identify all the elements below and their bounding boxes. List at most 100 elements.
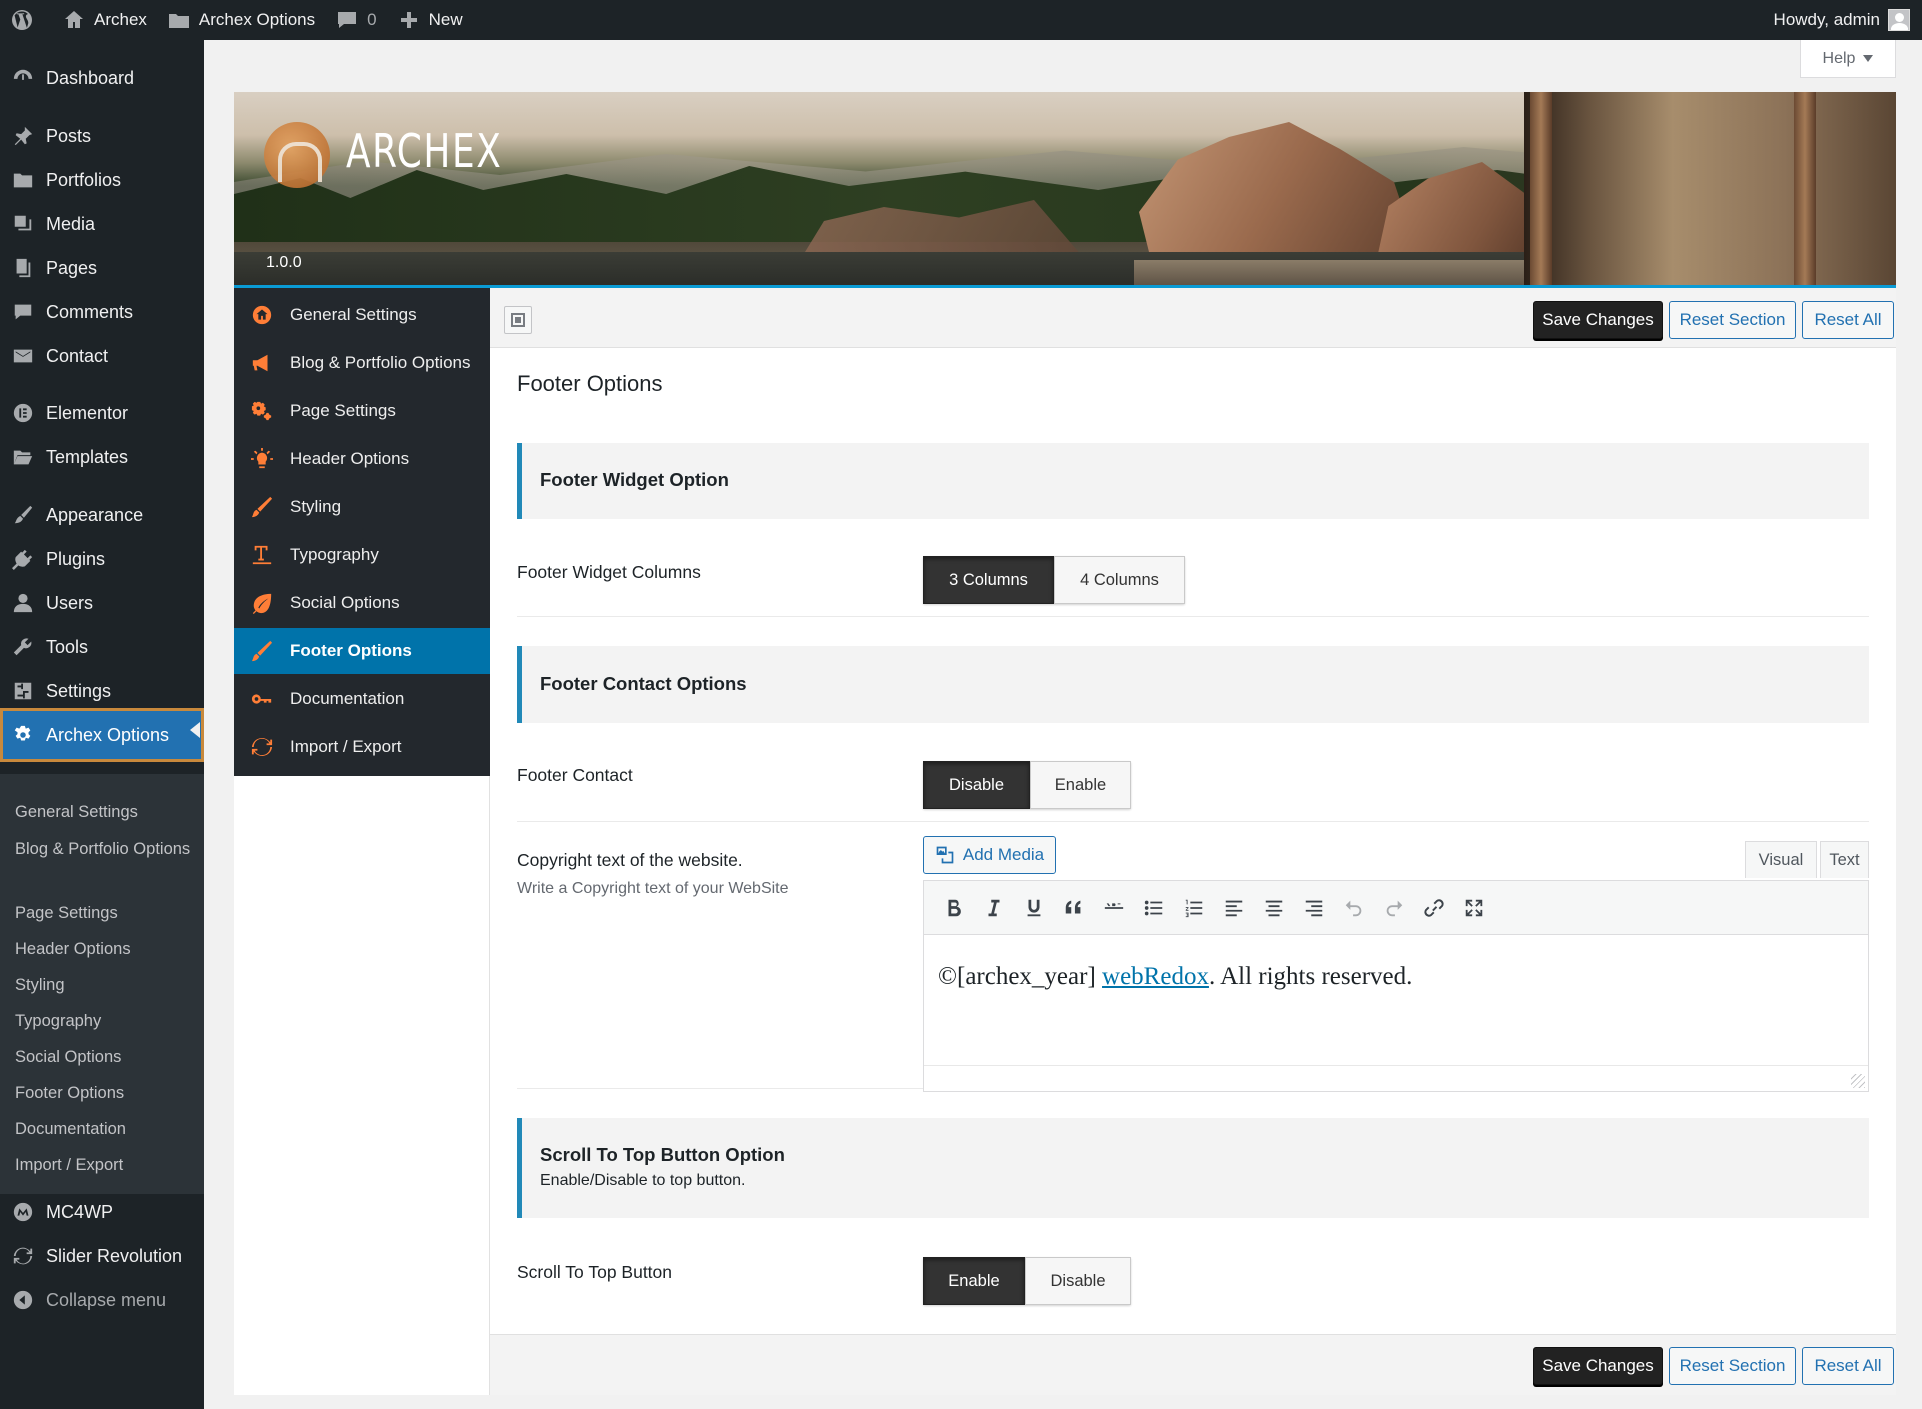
save-changes-button[interactable]: Save Changes bbox=[1533, 1347, 1663, 1385]
group-title: Footer Contact Options bbox=[540, 673, 747, 694]
reset-section-button[interactable]: Reset Section bbox=[1669, 1347, 1796, 1385]
menu-portfolios[interactable]: Portfolios bbox=[0, 158, 204, 202]
new-content-link[interactable]: New bbox=[387, 0, 473, 40]
menu-dashboard[interactable]: Dashboard bbox=[0, 56, 204, 100]
banner-pillar bbox=[1530, 92, 1552, 288]
submenu-item[interactable]: Blog & Portfolio Options bbox=[15, 838, 195, 861]
options-nav-import-export[interactable]: Import / Export bbox=[234, 724, 490, 770]
submenu-item[interactable]: Footer Options bbox=[15, 1082, 195, 1105]
reset-all-button[interactable]: Reset All bbox=[1802, 301, 1894, 339]
menu-label: Slider Revolution bbox=[46, 1245, 183, 1266]
help-label: Help bbox=[1822, 49, 1856, 67]
menu-appearance[interactable]: Appearance bbox=[0, 493, 204, 537]
save-changes-button[interactable]: Save Changes bbox=[1533, 301, 1663, 339]
options-nav-label: Typography bbox=[290, 545, 379, 564]
options-nav-page-settings[interactable]: Page Settings bbox=[234, 388, 490, 434]
menu-users[interactable]: Users bbox=[0, 581, 204, 625]
option-enable[interactable]: Enable bbox=[923, 1257, 1025, 1305]
submenu-item[interactable]: Social Options bbox=[15, 1046, 195, 1069]
reset-all-button[interactable]: Reset All bbox=[1802, 1347, 1894, 1385]
editor-tab-visual[interactable]: Visual bbox=[1745, 841, 1817, 878]
media-icon bbox=[936, 846, 954, 864]
copyright-text-end: . All rights reserved. bbox=[1208, 963, 1413, 990]
add-media-button[interactable]: Add Media bbox=[923, 836, 1056, 874]
paintbrush-icon bbox=[14, 505, 33, 524]
options-nav-styling[interactable]: Styling bbox=[234, 484, 490, 530]
help-tab-button[interactable]: Help bbox=[1800, 40, 1896, 78]
submenu-item[interactable]: Page Settings bbox=[15, 902, 195, 925]
options-nav-typography[interactable]: Typography bbox=[234, 532, 490, 578]
redo-icon bbox=[1386, 900, 1403, 916]
copyright-editor: ©[archex_year] webRedox. All rights rese… bbox=[923, 880, 1869, 1092]
options-nav-general-settings[interactable]: General Settings bbox=[234, 292, 490, 338]
menu-tools[interactable]: Tools bbox=[0, 625, 204, 669]
options-nav-header-options[interactable]: Header Options bbox=[234, 436, 490, 482]
align-left-button[interactable] bbox=[1214, 891, 1254, 925]
options-nav-social-options[interactable]: Social Options bbox=[234, 580, 490, 626]
submenu-item[interactable]: Import / Export bbox=[15, 1154, 195, 1177]
menu-settings[interactable]: Settings bbox=[0, 669, 204, 713]
fullscreen-button[interactable] bbox=[1454, 891, 1494, 925]
editor-tab-text[interactable]: Text bbox=[1820, 841, 1869, 878]
insert-link-button[interactable] bbox=[1414, 891, 1454, 925]
my-account[interactable]: Howdy, admin bbox=[1774, 9, 1922, 31]
strikethrough-button[interactable] bbox=[1094, 891, 1134, 925]
option-enable[interactable]: Enable bbox=[1030, 761, 1131, 809]
archex-options-link[interactable]: Archex Options bbox=[157, 0, 325, 40]
reset-section-button[interactable]: Reset Section bbox=[1669, 301, 1796, 339]
submenu-item[interactable]: Styling bbox=[15, 974, 195, 997]
site-name-link[interactable]: Archex bbox=[52, 0, 157, 40]
theme-banner: ARCHEX 1.0.0 bbox=[234, 92, 1896, 288]
italic-button[interactable] bbox=[974, 891, 1014, 925]
menu-comments[interactable]: Comments bbox=[0, 290, 204, 334]
menu-media[interactable]: Media bbox=[0, 202, 204, 246]
menu-pages[interactable]: Pages bbox=[0, 246, 204, 290]
media-icon bbox=[14, 215, 32, 231]
menu-archex-options[interactable]: Archex Options bbox=[0, 708, 204, 762]
bullet-list-button[interactable] bbox=[1134, 891, 1174, 925]
menu-label: Portfolios bbox=[46, 169, 122, 190]
resize-handle[interactable] bbox=[1851, 1074, 1865, 1088]
menu-contact[interactable]: Contact bbox=[0, 334, 204, 378]
bold-button[interactable] bbox=[934, 891, 974, 925]
divider bbox=[517, 821, 1869, 822]
option-disable[interactable]: Disable bbox=[1025, 1257, 1131, 1305]
menu-plugins[interactable]: Plugins bbox=[0, 537, 204, 581]
options-nav-footer-options[interactable]: Footer Options bbox=[234, 628, 490, 674]
menu-posts[interactable]: Posts bbox=[0, 114, 204, 158]
undo-button[interactable] bbox=[1334, 891, 1374, 925]
submenu-item[interactable]: Typography bbox=[15, 1010, 195, 1033]
submenu-item[interactable]: Header Options bbox=[15, 938, 195, 961]
option-4-columns[interactable]: 4 Columns bbox=[1054, 556, 1185, 604]
redo-button[interactable] bbox=[1374, 891, 1414, 925]
align-left-icon bbox=[1225, 900, 1243, 916]
options-nav-label: Footer Options bbox=[290, 641, 412, 660]
menu-mc4wp[interactable]: MC4WP bbox=[0, 1190, 204, 1234]
options-nav-blog-portfolio[interactable]: Blog & Portfolio Options bbox=[234, 340, 490, 386]
align-right-button[interactable] bbox=[1294, 891, 1334, 925]
howdy-text: Howdy, admin bbox=[1773, 10, 1880, 29]
option-3-columns[interactable]: 3 Columns bbox=[923, 556, 1054, 604]
expand-options-button[interactable] bbox=[504, 306, 532, 334]
menu-slider-revolution[interactable]: Slider Revolution bbox=[0, 1234, 204, 1278]
collapse-menu-button[interactable]: Collapse menu bbox=[0, 1278, 204, 1322]
option-disable[interactable]: Disable bbox=[923, 761, 1030, 809]
elementor-icon bbox=[13, 403, 33, 423]
menu-templates[interactable]: Templates bbox=[0, 435, 204, 479]
numbered-list-button[interactable] bbox=[1174, 891, 1214, 925]
menu-elementor[interactable]: Elementor bbox=[0, 391, 204, 435]
options-nav-documentation[interactable]: Documentation bbox=[234, 676, 490, 722]
comments-link[interactable]: 0 bbox=[325, 0, 386, 40]
underline-button[interactable] bbox=[1014, 891, 1054, 925]
align-center-button[interactable] bbox=[1254, 891, 1294, 925]
webredox-link[interactable]: webRedox bbox=[1102, 963, 1209, 990]
archex-submenu: General Settings Blog & Portfolio Option… bbox=[0, 774, 204, 1194]
group-scroll-top: Scroll To Top Button Option Enable/Disab… bbox=[517, 1118, 1869, 1218]
blockquote-button[interactable] bbox=[1054, 891, 1094, 925]
wordpress-logo-button[interactable] bbox=[0, 0, 52, 40]
submenu-item[interactable]: General Settings bbox=[15, 801, 195, 824]
submenu-item[interactable]: Documentation bbox=[15, 1118, 195, 1141]
comments-count: 0 bbox=[367, 10, 377, 29]
banner-pillar bbox=[1794, 92, 1816, 288]
editor-content[interactable]: ©[archex_year] webRedox. All rights rese… bbox=[938, 963, 1412, 991]
